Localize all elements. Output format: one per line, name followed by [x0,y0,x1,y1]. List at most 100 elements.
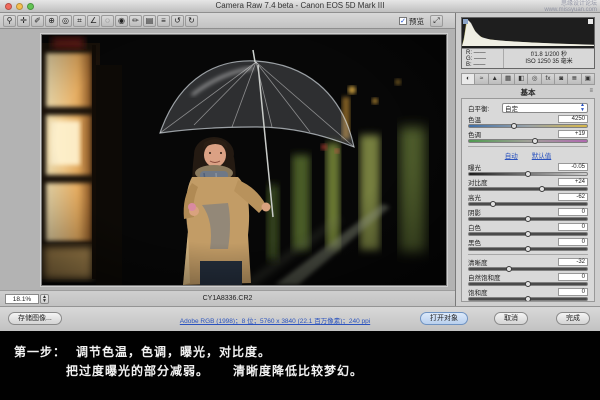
white-balance-row: 白平衡: 自定 ▲▼ [468,102,588,114]
preview-label: 预览 [409,16,424,27]
exif-iso-focal: ISO 1250 35 毫米 [504,59,594,66]
slider-value-field[interactable]: 4250 [558,115,588,123]
slider-value-field[interactable]: -0.05 [558,163,588,171]
red-eye-tool-icon[interactable]: ◉ [115,15,128,27]
slider-value-field[interactable]: 0 [558,238,588,246]
slider-row: 黑色0 [468,238,588,251]
slider-handle[interactable] [525,296,531,302]
histogram-info: R: —— G: —— B: —— f/1.8 1/200 秒 ISO 1250… [462,48,594,68]
tab-detail-icon[interactable]: ▲ [489,73,502,85]
slider-handle[interactable] [506,266,512,272]
tab-effects-icon[interactable]: fx [542,73,555,85]
histogram-plot [462,18,594,48]
rgb-b: B: —— [466,62,503,68]
white-balance-tool-icon[interactable]: ✐ [31,15,44,27]
cancel-button[interactable]: 取消 [494,312,528,325]
slider-track[interactable] [468,247,588,251]
panel-menu-icon[interactable]: ≡ [589,88,593,94]
basic-adjustments: 白平衡: 自定 ▲▼ 色温4250色调+19自动默认值曝光-0.05对比度+24… [461,98,595,302]
slider-track[interactable] [468,172,588,176]
slider-track[interactable] [468,187,588,191]
rgb-readout: R: —— G: —— B: —— [462,49,504,68]
tab-tone-curve-icon[interactable]: ≈ [475,73,488,85]
caption-step-label: 第一步： [14,345,66,359]
toolbar: ⚲✛✐⊕◎⌗∠◌◉✏▤≡↺↻ ✓ 预览 ⤢ [0,13,455,29]
slider-value-field[interactable]: 0 [558,273,588,281]
canvas-area [0,29,455,290]
photo-illustration [42,35,446,285]
tab-split-toning-icon[interactable]: ◧ [515,73,528,85]
filename-label: CY1A8336.CR2 [0,295,455,302]
zoom-tool-icon[interactable]: ⚲ [3,15,16,27]
slider-value-field[interactable]: 0 [558,208,588,216]
rotate-left-button-icon[interactable]: ↺ [171,15,184,27]
slider-track[interactable] [468,202,588,206]
tab-basic-icon[interactable]: ◐ [461,73,475,85]
slider-handle[interactable] [539,186,545,192]
tab-camera-calibration-icon[interactable]: ◙ [555,73,568,85]
slider-track[interactable] [468,282,588,286]
adjustment-brush-tool-icon[interactable]: ✏ [129,15,142,27]
tab-presets-icon[interactable]: ≣ [568,73,581,85]
slider-value-field[interactable]: 0 [558,223,588,231]
default-link[interactable]: 默认值 [532,150,552,160]
slider-handle[interactable] [525,171,531,177]
slider-handle[interactable] [525,216,531,222]
divider [468,254,588,255]
spot-removal-tool-icon[interactable]: ◌ [101,15,114,27]
slider-value-field[interactable]: +19 [558,130,588,138]
slider-row: 色调+19 [468,130,588,143]
slider-track[interactable] [468,297,588,301]
color-sampler-tool-icon[interactable]: ⊕ [45,15,58,27]
graduated-filter-tool-icon[interactable]: ▤ [143,15,156,27]
slider-track[interactable] [468,217,588,221]
photo-preview[interactable] [41,34,447,286]
tab-hsl-icon[interactable]: ▦ [502,73,515,85]
hand-tool-icon[interactable]: ✛ [17,15,30,27]
slider-row: 饱和度0 [468,288,588,301]
targeted-adjustment-tool-icon[interactable]: ◎ [59,15,72,27]
slider-value-field[interactable]: -32 [558,258,588,266]
slider-value-field[interactable]: +24 [558,178,588,186]
slider-handle[interactable] [525,231,531,237]
crop-tool-icon[interactable]: ⌗ [73,15,86,27]
slider-value-field[interactable]: 0 [558,288,588,296]
slider-row: 对比度 +24 [468,178,588,191]
open-object-button[interactable]: 打开对象 [420,312,468,325]
highlight-clipping-icon[interactable] [588,19,593,24]
slider-label: 色温 [468,114,481,124]
camera-raw-window: Camera Raw 7.4 beta - Canon EOS 5D Mark … [0,0,600,331]
tab-lens-corrections-icon[interactable]: ◎ [528,73,541,85]
slider-value-field[interactable]: -62 [558,193,588,201]
slider-row: 白色0 [468,223,588,236]
preferences-button-icon[interactable]: ≡ [157,15,170,27]
tab-snapshots-icon[interactable]: ▣ [582,73,595,85]
white-balance-select[interactable]: 自定 ▲▼ [502,103,588,113]
straighten-tool-icon[interactable]: ∠ [87,15,100,27]
slider-track[interactable] [468,232,588,236]
slider-handle[interactable] [532,138,538,144]
slider-track[interactable] [468,124,588,128]
site-watermark: 思缘设计论坛 www.missyuan.com [544,1,597,13]
rotate-right-button-icon[interactable]: ↻ [185,15,198,27]
slider-track[interactable] [468,267,588,271]
slider-row: 清晰度-32 [468,258,588,271]
title-bar: Camera Raw 7.4 beta - Canon EOS 5D Mark … [0,0,600,13]
panel-tabs: ◐≈▲▦◧◎fx◙≣▣ [461,73,595,85]
white-balance-label: 白平衡: [468,103,489,113]
slider-handle[interactable] [511,123,517,129]
fullscreen-toggle-icon[interactable]: ⤢ [430,15,443,27]
white-balance-value: 自定 [505,103,518,113]
shadow-clipping-icon[interactable] [463,19,468,24]
slider-handle[interactable] [525,281,531,287]
slider-handle[interactable] [525,246,531,252]
auto-link[interactable]: 自动 [505,150,518,160]
slider-track[interactable] [468,139,588,143]
slider-label: 对比度 [468,177,488,187]
caption-line-1: 第一步：调节色温，色调，曝光，对比度。 [14,343,600,362]
save-image-button[interactable]: 存储图像... [8,312,62,325]
workflow-options-link[interactable]: Adobe RGB (1998)；8 位；5760 x 3840 (22.1 百… [140,315,410,325]
preview-checkbox[interactable]: ✓ [399,17,407,25]
slider-handle[interactable] [490,201,496,207]
done-button[interactable]: 完成 [556,312,590,325]
